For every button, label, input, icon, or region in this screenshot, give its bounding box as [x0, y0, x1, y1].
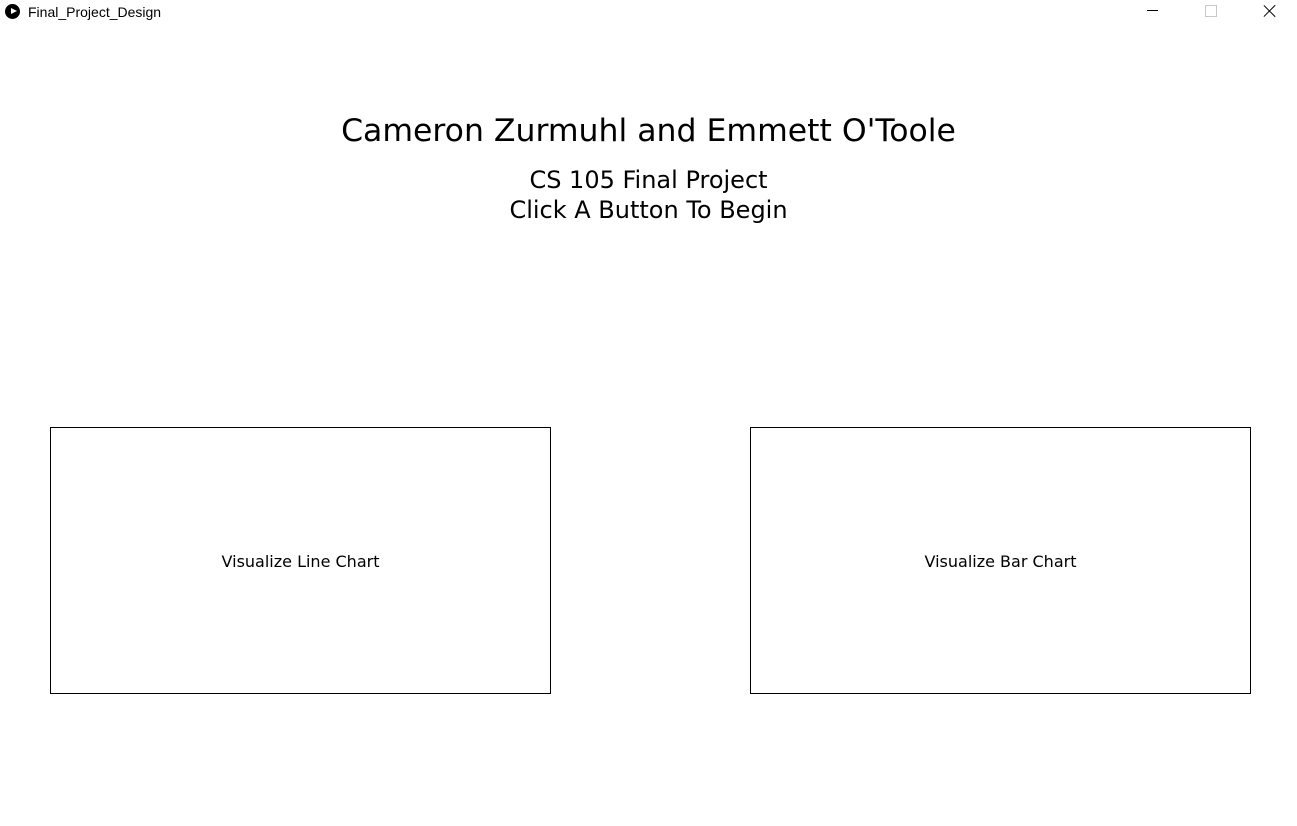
visualize-bar-chart-button[interactable]: Visualize Bar Chart [750, 427, 1251, 694]
visualize-bar-chart-label: Visualize Bar Chart [924, 552, 1077, 571]
page-title: Cameron Zurmuhl and Emmett O'Toole [341, 113, 956, 149]
page-subtitle: CS 105 Final Project [529, 166, 768, 194]
visualize-line-chart-button[interactable]: Visualize Line Chart [50, 427, 551, 694]
close-icon [1263, 4, 1277, 18]
minimize-button[interactable] [1130, 0, 1176, 24]
maximize-button[interactable] [1187, 0, 1233, 24]
processing-play-icon [5, 4, 20, 19]
visualize-line-chart-label: Visualize Line Chart [221, 552, 380, 571]
maximize-icon [1205, 5, 1217, 17]
window-title: Final_Project_Design [28, 4, 162, 20]
app-window: Final_Project_Design Cameron Zurmuhl and… [0, 0, 1297, 826]
title-bar[interactable]: Final_Project_Design [0, 0, 1297, 24]
instruction-text: Click A Button To Begin [509, 196, 788, 224]
minimize-icon [1147, 10, 1158, 11]
close-button[interactable] [1247, 0, 1293, 24]
